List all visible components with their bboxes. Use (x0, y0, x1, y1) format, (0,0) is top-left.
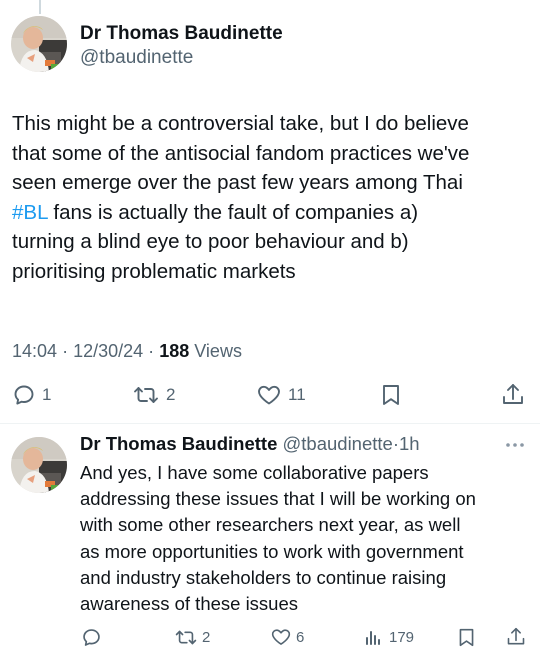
views-icon (365, 628, 383, 646)
share-icon (501, 382, 525, 408)
repost-count: 2 (202, 628, 211, 646)
reply-button[interactable] (81, 622, 102, 652)
like-count: 11 (288, 385, 306, 404)
divider (0, 423, 540, 424)
like-button[interactable]: 6 (270, 622, 304, 652)
reply-time[interactable]: 1h (399, 433, 420, 454)
tweet-line: seen emerge over the past few years amon… (12, 171, 463, 194)
views-button[interactable]: 179 (365, 622, 414, 652)
author-name[interactable]: Dr Thomas Baudinette (80, 22, 283, 46)
repost-button[interactable]: 2 (132, 378, 175, 412)
share-button[interactable] (506, 622, 526, 652)
repost-count: 2 (166, 385, 176, 404)
hashtag-link[interactable]: #BL (12, 201, 48, 224)
tweet-line: that some of the antisocial fandom pract… (12, 141, 470, 165)
repost-icon (132, 383, 160, 407)
tweet-line: fans is actually the fault of companies … (53, 200, 419, 224)
views-count: 179 (389, 628, 415, 646)
tweet-line: This might be a controversial take, but … (12, 112, 469, 135)
thread-line (39, 0, 41, 14)
tweet-time[interactable]: 14:04 (12, 341, 57, 361)
meta-separator: · (148, 341, 155, 361)
tweet-author: Dr Thomas Baudinette @tbaudinette (80, 22, 283, 70)
reply-actions: 2 6 179 (0, 622, 540, 652)
reply-author-name[interactable]: Dr Thomas Baudinette (80, 433, 277, 454)
reply-author-avatar[interactable] (11, 437, 67, 493)
reply-text: And yes, I have some collaborative paper… (80, 462, 476, 615)
views-label: Views (194, 341, 242, 361)
reply-icon (12, 383, 36, 407)
tweet-date[interactable]: 12/30/24 (73, 341, 143, 361)
reply-button[interactable]: 1 (12, 378, 51, 412)
tweet-actions: 1 2 11 (0, 378, 540, 412)
bookmark-icon (457, 627, 476, 648)
share-button[interactable] (501, 378, 525, 412)
tweet-text: This might be a controversial take, but … (12, 109, 532, 286)
like-count: 6 (296, 628, 305, 646)
repost-icon (174, 627, 198, 648)
views-count: 188 (159, 341, 190, 361)
reply-icon (81, 627, 102, 648)
more-button[interactable] (505, 436, 525, 454)
more-icon (505, 436, 525, 453)
reply-author-handle[interactable]: @tbaudinette (283, 433, 393, 454)
reply-count: 1 (42, 385, 52, 404)
repost-button[interactable]: 2 (174, 622, 210, 652)
bookmark-button[interactable] (457, 622, 476, 652)
tweet-line: prioritising problematic markets (12, 259, 296, 283)
meta-separator: · (62, 341, 69, 361)
bookmark-icon (380, 383, 402, 407)
author-avatar[interactable] (11, 16, 67, 72)
tweet-line: turning a blind eye to poor behaviour an… (12, 230, 409, 253)
reply-author: Dr Thomas Baudinette @tbaudinette·1h (80, 432, 420, 456)
like-icon (256, 383, 282, 407)
tweet-meta: 14:04 · 12/30/24 · 188 Views (12, 339, 242, 363)
bookmark-button[interactable] (380, 378, 402, 412)
author-handle[interactable]: @tbaudinette (80, 46, 283, 70)
like-button[interactable]: 11 (256, 378, 306, 412)
share-icon (506, 626, 526, 648)
like-icon (270, 627, 292, 647)
